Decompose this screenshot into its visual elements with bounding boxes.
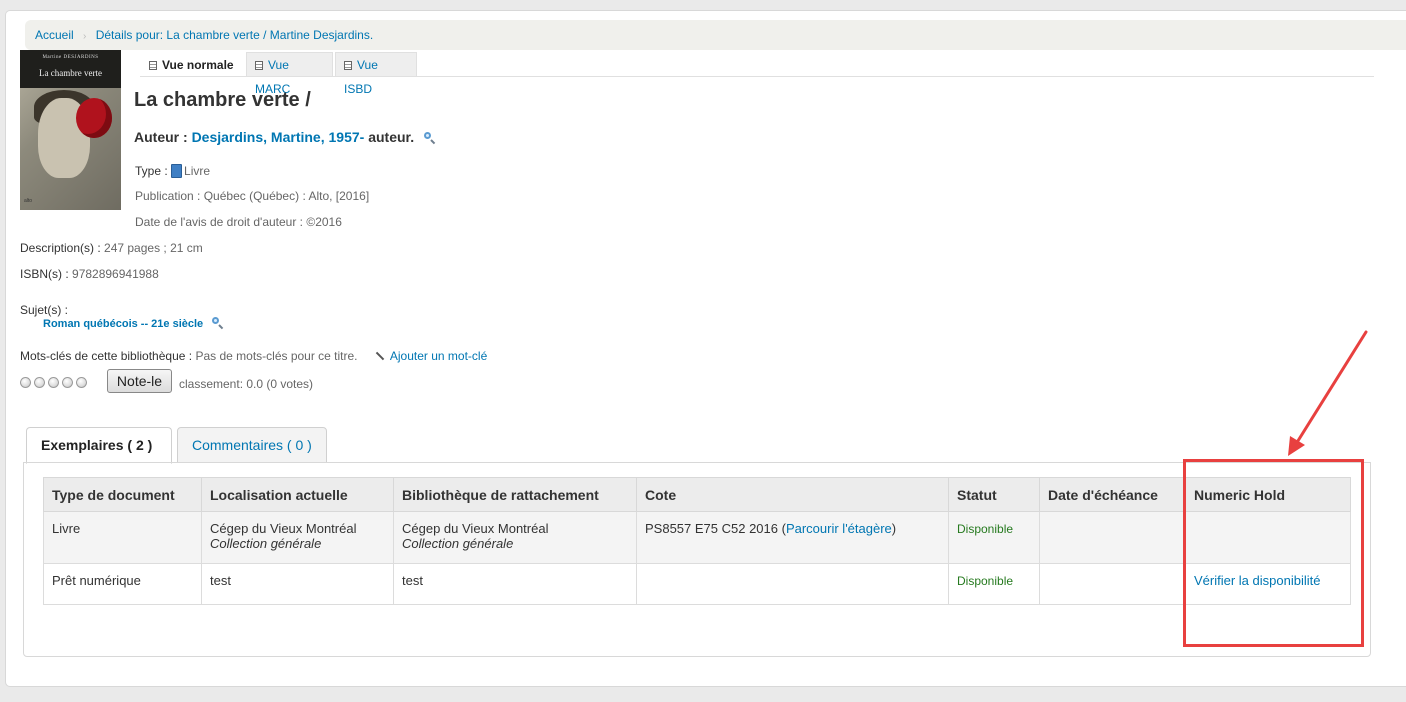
search-icon[interactable] xyxy=(212,317,223,328)
cell-home-library: test xyxy=(393,563,637,605)
copyright-value: ©2016 xyxy=(306,215,342,229)
cover-title: La chambre verte xyxy=(39,68,102,78)
book-cover-image[interactable]: Martine DESJARDINS La chambre verte alto xyxy=(20,50,121,210)
cover-author: Martine DESJARDINS xyxy=(42,55,99,60)
cell-status: Disponible xyxy=(948,563,1040,605)
publication-line: Publication : Québec (Québec) : Alto, [2… xyxy=(135,189,369,203)
breadcrumb-home-link[interactable]: Accueil xyxy=(35,28,74,42)
cell-status: Disponible xyxy=(948,511,1040,564)
header-type[interactable]: Type de document xyxy=(43,477,202,512)
location-name: Cégep du Vieux Montréal xyxy=(210,521,357,536)
tab-commentaires[interactable]: Commentaires ( 0 ) xyxy=(177,427,327,463)
header-status[interactable]: Statut xyxy=(948,477,1040,512)
tab-vue-normale[interactable]: Vue normale xyxy=(140,52,246,76)
author-role: auteur. xyxy=(368,129,415,145)
home-library-collection: Collection générale xyxy=(402,536,514,551)
cell-due-date xyxy=(1039,563,1186,605)
cell-due-date xyxy=(1039,511,1186,564)
description-line: Description(s) : 247 pages ; 21 cm xyxy=(20,241,203,255)
type-label: Type : xyxy=(135,164,168,178)
description-value: 247 pages ; 21 cm xyxy=(104,241,203,255)
breadcrumb-current-link[interactable]: Détails pour: La chambre verte / Martine… xyxy=(96,28,373,42)
table-row: Prêt numérique test test Disponible Véri… xyxy=(43,563,1351,605)
subjects-line: Sujet(s) : xyxy=(20,303,68,317)
copyright-label: Date de l'avis de droit d'auteur : xyxy=(135,215,304,229)
type-line: Type : Livre xyxy=(135,164,210,178)
document-icon xyxy=(149,61,157,70)
copyright-line: Date de l'avis de droit d'auteur : ©2016 xyxy=(135,215,342,229)
add-tag-label: Ajouter un mot-clé xyxy=(389,349,488,363)
book-icon xyxy=(171,164,183,178)
cell-location: Cégep du Vieux Montréal Collection génér… xyxy=(201,511,394,564)
isbn-value: 9782896941988 xyxy=(72,267,159,281)
subject-link[interactable]: Roman québécois -- 21e siècle xyxy=(43,318,203,330)
table-header-row: Type de document Localisation actuelle B… xyxy=(43,477,1351,512)
cell-type: Livre xyxy=(43,511,202,564)
author-line: Auteur : Desjardins, Martine, 1957- aute… xyxy=(134,129,435,145)
rating-star-5[interactable] xyxy=(76,377,87,388)
cover-publisher: alto xyxy=(24,198,33,204)
breadcrumb-separator-icon: › xyxy=(83,31,87,42)
pencil-icon xyxy=(375,351,385,361)
holdings-table: Type de document Localisation actuelle B… xyxy=(43,477,1351,605)
rating-star-3[interactable] xyxy=(48,377,59,388)
status-badge: Disponible xyxy=(957,574,1014,588)
rate-button[interactable]: Note-le xyxy=(107,369,172,393)
tab-vue-marc[interactable]: Vue MARC xyxy=(246,52,333,96)
header-location[interactable]: Localisation actuelle xyxy=(201,477,394,512)
add-tag-link[interactable]: Ajouter un mot-clé xyxy=(375,349,487,363)
publication-value: Québec (Québec) : Alto, [2016] xyxy=(203,189,370,203)
cell-callnumber xyxy=(636,563,949,605)
isbd-icon xyxy=(344,61,352,70)
rating-summary: classement: 0.0 (0 votes) xyxy=(179,377,314,391)
rating-star-4[interactable] xyxy=(62,377,73,388)
search-icon[interactable] xyxy=(424,132,435,143)
breadcrumb: Accueil › Détails pour: La chambre verte… xyxy=(25,20,1406,50)
author-label: Auteur : xyxy=(134,129,188,145)
publication-label: Publication : xyxy=(135,189,201,203)
status-badge: Disponible xyxy=(957,522,1014,536)
location-collection: Collection générale xyxy=(210,536,322,551)
cell-home-library: Cégep du Vieux Montréal Collection génér… xyxy=(393,511,637,564)
header-callnumber[interactable]: Cote xyxy=(636,477,949,512)
cell-location: test xyxy=(201,563,394,605)
subjects-label: Sujet(s) : xyxy=(20,303,69,317)
header-home-library[interactable]: Bibliothèque de rattachement xyxy=(393,477,637,512)
isbn-line: ISBN(s) : 9782896941988 xyxy=(20,267,159,281)
cell-type: Prêt numérique xyxy=(43,563,202,605)
author-link[interactable]: Desjardins, Martine, 1957- xyxy=(192,129,365,145)
rating-star-1[interactable] xyxy=(20,377,31,388)
browse-shelf-link[interactable]: Parcourir l'étagère xyxy=(786,521,892,536)
cell-callnumber: PS8557 E75 C52 2016 (Parcourir l'étagère… xyxy=(636,511,949,564)
tags-line: Mots-clés de cette bibliothèque : Pas de… xyxy=(20,349,487,363)
type-value: Livre xyxy=(184,164,211,178)
table-row: Livre Cégep du Vieux Montréal Collection… xyxy=(43,511,1351,564)
home-library-name: Cégep du Vieux Montréal xyxy=(402,521,549,536)
marc-icon xyxy=(255,61,263,70)
callnumber: PS8557 E75 C52 2016 xyxy=(645,521,778,536)
isbn-label: ISBN(s) : xyxy=(20,267,69,281)
tab-label: Vue normale xyxy=(162,58,234,72)
tags-label: Mots-clés de cette bibliothèque : xyxy=(20,349,193,363)
star-rating xyxy=(20,377,90,391)
tab-divider xyxy=(140,76,1374,77)
annotation-highlight-box xyxy=(1183,459,1364,647)
cover-rose-shape xyxy=(76,98,112,138)
subject-line: Roman québécois -- 21e siècle xyxy=(43,317,223,330)
tab-exemplaires[interactable]: Exemplaires ( 2 ) xyxy=(26,427,172,464)
description-label: Description(s) : xyxy=(20,241,101,255)
tags-value: Pas de mots-clés pour ce titre. xyxy=(195,349,358,363)
header-due-date[interactable]: Date d'échéance xyxy=(1039,477,1186,512)
tab-vue-isbd[interactable]: Vue ISBD xyxy=(335,52,417,96)
rating-star-2[interactable] xyxy=(34,377,45,388)
record-title: La chambre verte / xyxy=(134,89,311,111)
